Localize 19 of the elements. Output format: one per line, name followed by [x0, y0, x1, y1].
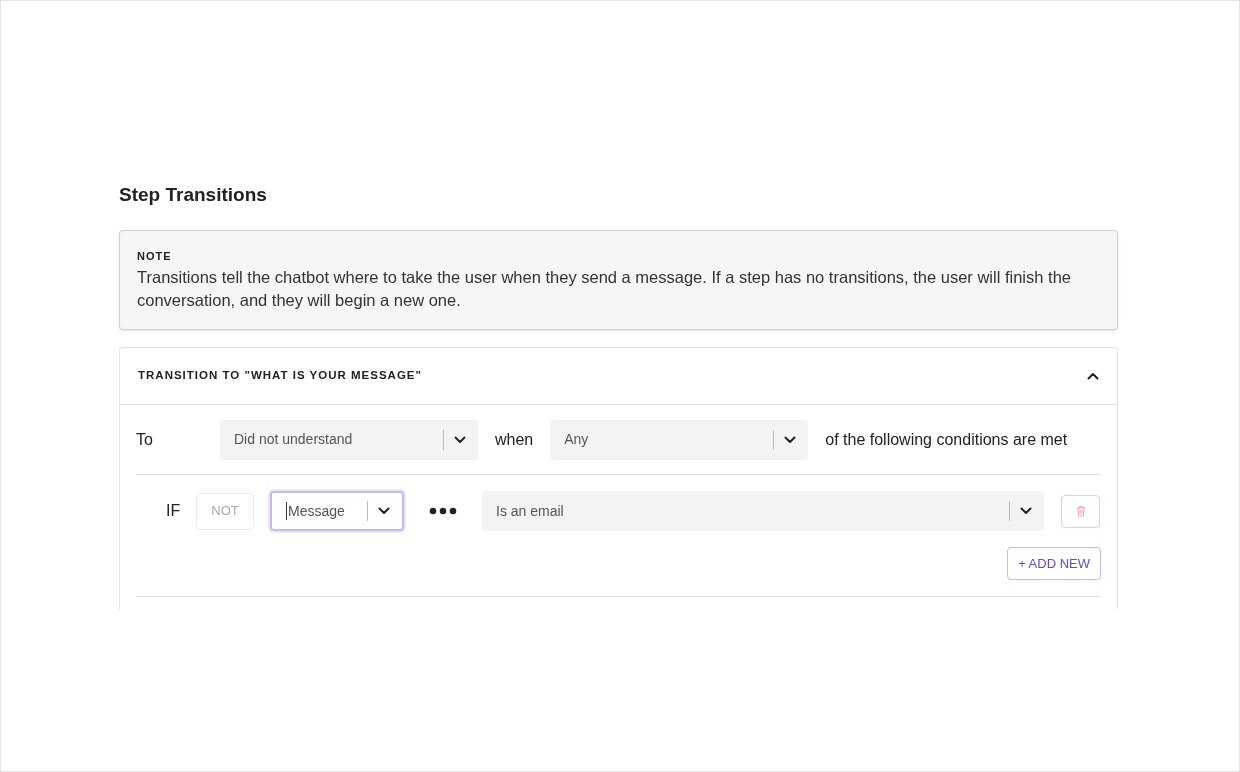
trash-icon — [1075, 505, 1086, 517]
conditions-text: of the following conditions are met — [825, 429, 1068, 450]
when-label: when — [495, 429, 534, 450]
more-icon[interactable] — [429, 507, 457, 515]
if-label: IF — [166, 501, 182, 521]
to-label: To — [136, 429, 154, 450]
section-title: Step Transitions — [119, 183, 267, 207]
note-label: NOTE — [137, 248, 172, 264]
dropdown-select[interactable]: Any — [550, 419, 809, 460]
chevron-down-icon — [1020, 507, 1032, 515]
add-new-button[interactable]: + ADD NEW — [1007, 547, 1101, 580]
chevron-down-icon — [454, 435, 466, 444]
dropdown-select[interactable]: Is an email — [482, 491, 1044, 531]
dropdown-select[interactable]: Did not understand — [220, 419, 478, 460]
note-text: Transitions tell the chatbot where to take the user when they send a message. If a step has no transitions, the user will finish the conversation, and they will begin a new one. — [137, 267, 1072, 311]
dropdown-select[interactable]: Message — [270, 491, 404, 531]
accordion-header[interactable]: TRANSITION TO "WHAT IS YOUR MESSAGE" — [120, 348, 1117, 405]
chevron-down-icon — [378, 507, 390, 515]
chevron-down-icon — [784, 435, 797, 444]
